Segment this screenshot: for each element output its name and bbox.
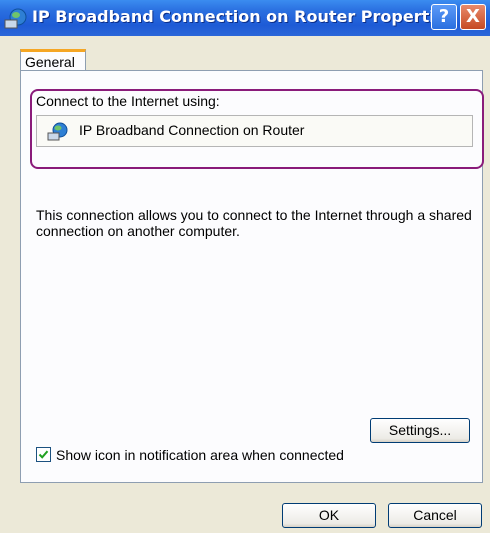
tab-general[interactable]: General <box>20 49 86 71</box>
show-icon-label: Show icon in notification area when conn… <box>56 447 344 463</box>
show-icon-checkbox[interactable] <box>36 447 51 462</box>
highlight-annotation <box>30 89 484 169</box>
network-connection-icon <box>4 8 27 29</box>
close-button[interactable]: X <box>460 4 486 30</box>
window-title: IP Broadband Connection on Router Proper… <box>32 7 456 26</box>
help-button[interactable]: ? <box>431 4 457 30</box>
connection-description: This connection allows you to connect to… <box>36 207 472 239</box>
ok-button[interactable]: OK <box>282 503 376 528</box>
title-bar[interactable]: IP Broadband Connection on Router Proper… <box>0 0 490 36</box>
settings-button[interactable]: Settings... <box>370 418 470 443</box>
cancel-button[interactable]: Cancel <box>388 503 482 528</box>
checkmark-icon <box>38 450 49 459</box>
